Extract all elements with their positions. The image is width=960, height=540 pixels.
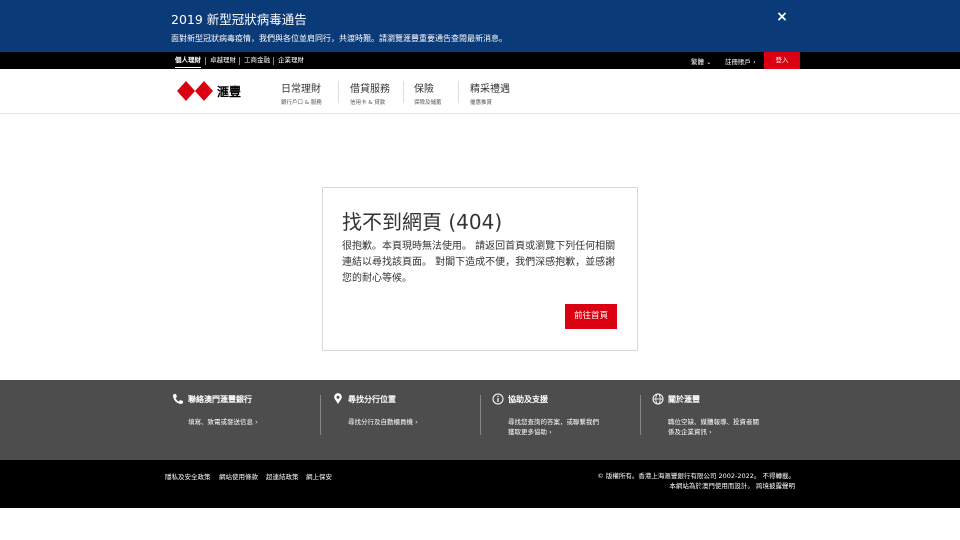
footer-heading: 聯絡澳門滙豐銀行 bbox=[188, 395, 252, 404]
info-icon bbox=[492, 393, 504, 405]
segment-business[interactable]: 工商金融 bbox=[244, 56, 270, 65]
divider bbox=[458, 81, 459, 103]
nav-label: 精采禮遇 bbox=[470, 84, 510, 95]
footer-link-line: 係及企業資訊 › bbox=[668, 428, 712, 436]
footer-link-line: 尋找您查詢的答案，或聯繫我們 bbox=[508, 418, 599, 426]
legal-footer: 隱私及安全政策 網站使用條款 超連結政策 網上保安 © 版權所有。香港上海滙豐銀… bbox=[0, 460, 960, 508]
register-link[interactable]: 註冊賬戶 › bbox=[725, 56, 756, 66]
divider bbox=[338, 81, 339, 103]
page-title: 找不到網頁 (404) bbox=[342, 210, 503, 234]
alert-message[interactable]: 面對新型冠狀病毒疫情，我們與各位並肩同行，共渡時艱。請瀏覽滙豐重要通告查閱最新消… bbox=[171, 33, 507, 44]
footer-heading: 關於滙豐 bbox=[668, 395, 700, 404]
nav-sublabel: 保險及儲蓄 bbox=[414, 100, 442, 106]
phone-icon bbox=[173, 394, 183, 404]
divider bbox=[480, 395, 481, 435]
hyperlink-policy-link[interactable]: 超連結政策 bbox=[266, 471, 299, 481]
copyright-line: © 版權所有。香港上海滙豐銀行有限公司 2002-2022。 不得轉載。 bbox=[597, 472, 795, 480]
divider bbox=[273, 57, 274, 65]
nav-label: 日常理財 bbox=[281, 84, 321, 95]
hexagon-logo-icon bbox=[177, 81, 213, 101]
segment-premier[interactable]: 卓越理財 bbox=[210, 56, 236, 65]
login-button[interactable]: 登入 bbox=[764, 52, 800, 69]
footer-about-link[interactable]: 職位空缺、媒體報導、投資者關 係及企業資訊 › bbox=[668, 417, 759, 437]
nav-label: 借貸服務 bbox=[350, 84, 390, 95]
nav-offers[interactable]: 精采禮遇 優惠推賞 bbox=[470, 80, 510, 106]
segment-personal[interactable]: 個人理財 bbox=[175, 56, 201, 68]
nav-borrowing[interactable]: 借貸服務 信用卡 & 貸款 bbox=[350, 80, 390, 106]
footer-branch-link[interactable]: 尋找分行及自動櫃員機 › bbox=[348, 417, 418, 427]
language-selector[interactable]: 繁體 ⌄ bbox=[691, 56, 712, 66]
footer-contact-link[interactable]: 填寫、致電或發送信息 › bbox=[188, 417, 258, 427]
terms-link[interactable]: 網站使用條款 bbox=[219, 471, 258, 481]
nav-sublabel: 優惠推賞 bbox=[470, 100, 493, 106]
main-navigation: 滙豐 日常理財 銀行戶口 & 服務 借貸服務 信用卡 & 貸款 保險 保險及儲蓄… bbox=[0, 69, 960, 114]
go-home-button[interactable]: 前往首頁 bbox=[565, 304, 617, 329]
close-icon[interactable]: × bbox=[774, 9, 790, 25]
chevron-right-icon: › bbox=[753, 58, 756, 66]
online-security-link[interactable]: 網上保安 bbox=[306, 471, 332, 481]
divider bbox=[205, 57, 206, 65]
segment-corporate[interactable]: 企業理財 bbox=[278, 56, 304, 65]
nav-label: 保險 bbox=[414, 84, 434, 95]
covid-alert-banner: 2019 新型冠狀病毒通告 面對新型冠狀病毒疫情，我們與各位並肩同行，共渡時艱。… bbox=[0, 0, 960, 52]
contact-footer: 聯絡澳門滙豐銀行 填寫、致電或發送信息 › 尋找分行位置 尋找分行及自動櫃員機 … bbox=[0, 380, 960, 460]
divider bbox=[320, 395, 321, 435]
copyright-text: © 版權所有。香港上海滙豐銀行有限公司 2002-2022。 不得轉載。 本網站… bbox=[597, 471, 795, 491]
error-message: 很抱歉。本頁現時無法使用。 請返回首頁或瀏覽下列任何相關連結以尋找該頁面。 對閣… bbox=[342, 241, 616, 284]
footer-heading: 協助及支援 bbox=[508, 395, 548, 404]
hsbc-logo[interactable]: 滙豐 bbox=[177, 80, 243, 102]
divider bbox=[239, 57, 240, 65]
error-card: 找不到網頁 (404) 很抱歉。本頁現時無法使用。 請返回首頁或瀏覽下列任何相關… bbox=[322, 187, 638, 351]
brand-name: 滙豐 bbox=[217, 85, 242, 99]
register-label: 註冊賬戶 bbox=[725, 58, 751, 66]
top-utility-bar: 個人理財 卓越理財 工商金融 企業理財 繁體 ⌄ 註冊賬戶 › bbox=[0, 52, 960, 69]
disclosure-link[interactable]: 本網站為於澳門使用而設計。 跨境披露聲明 bbox=[669, 482, 795, 490]
nav-sublabel: 信用卡 & 貸款 bbox=[350, 100, 386, 106]
location-pin-icon bbox=[334, 393, 342, 404]
footer-support-link[interactable]: 尋找您查詢的答案，或聯繫我們 獲取更多協助 › bbox=[508, 417, 599, 437]
privacy-link[interactable]: 隱私及安全政策 bbox=[165, 471, 211, 481]
globe-icon bbox=[652, 393, 664, 405]
chevron-down-icon: ⌄ bbox=[706, 58, 712, 66]
divider bbox=[640, 395, 641, 435]
nav-sublabel: 銀行戶口 & 服務 bbox=[281, 100, 322, 106]
nav-insurance[interactable]: 保險 保險及儲蓄 bbox=[414, 80, 442, 106]
alert-title: 2019 新型冠狀病毒通告 bbox=[171, 12, 307, 27]
language-label: 繁體 bbox=[691, 58, 704, 66]
footer-heading: 尋找分行位置 bbox=[348, 395, 396, 404]
footer-link-line: 獲取更多協助 › bbox=[508, 428, 552, 436]
divider bbox=[403, 81, 404, 103]
footer-link-line: 職位空缺、媒體報導、投資者關 bbox=[668, 418, 759, 426]
nav-daily-banking[interactable]: 日常理財 銀行戶口 & 服務 bbox=[281, 80, 322, 106]
